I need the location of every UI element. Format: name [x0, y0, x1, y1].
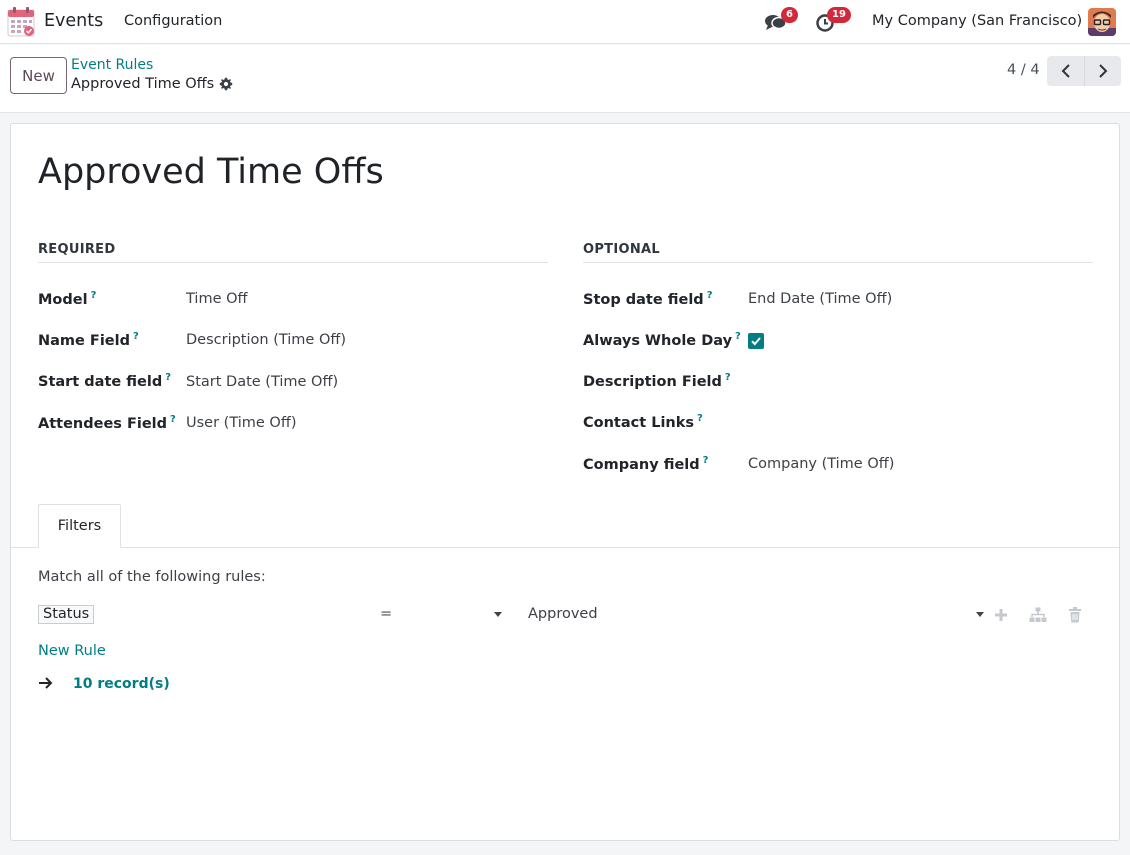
chevron-right-icon — [1099, 64, 1108, 78]
required-group-heading: REQUIRED — [38, 242, 548, 263]
activities-systray[interactable]: 19 — [815, 7, 851, 33]
rule-field-selector[interactable]: Status — [38, 605, 95, 624]
activities-badge: 19 — [827, 7, 851, 23]
domain-match-text: Match all of the following rules: — [38, 569, 266, 585]
field-label-always-whole-day: Always Whole Day? — [583, 331, 741, 349]
arrow-right-icon — [39, 677, 53, 689]
user-avatar[interactable] — [1088, 8, 1116, 36]
field-model[interactable]: Time Off — [186, 291, 248, 307]
field-label-stop-date: Stop date field? — [583, 290, 713, 308]
app-name[interactable]: Events — [44, 11, 103, 31]
pager-value[interactable]: 4 / 4 — [1007, 62, 1040, 78]
tab-filters[interactable]: Filters — [38, 504, 121, 548]
field-label-name-field: Name Field? — [38, 331, 139, 349]
control-panel: New Event Rules Approved Time Offs 4 / 4 — [0, 45, 1130, 113]
breadcrumb-current: Approved Time Offs — [71, 76, 233, 92]
add-branch-button[interactable] — [1029, 606, 1047, 624]
gear-icon[interactable] — [219, 77, 233, 91]
delete-rule-button[interactable] — [1066, 606, 1084, 624]
company-switcher[interactable]: My Company (San Francisco) — [872, 13, 1082, 29]
calendar-app-icon[interactable] — [7, 7, 35, 37]
pager-next-button[interactable] — [1084, 56, 1121, 86]
plus-icon — [995, 609, 1007, 621]
field-name-field[interactable]: Description (Time Off) — [186, 332, 346, 348]
trash-icon — [1069, 607, 1081, 623]
field-company[interactable]: Company (Time Off) — [748, 456, 894, 472]
rule-operator-select[interactable]: = — [380, 606, 392, 622]
pager-previous-button[interactable] — [1047, 56, 1084, 86]
value-caret-icon[interactable] — [976, 612, 984, 617]
always-whole-day-checkbox[interactable] — [748, 333, 764, 349]
field-label-contact-links: Contact Links? — [583, 413, 703, 431]
field-label-start-date: Start date field? — [38, 372, 172, 390]
field-label-model: Model? — [38, 290, 97, 308]
operator-caret-icon[interactable] — [494, 612, 502, 617]
top-navbar: Events Configuration 6 19 My Company (Sa… — [0, 0, 1130, 44]
rule-value-select[interactable]: Approved — [528, 606, 598, 622]
form-sheet: Approved Time Offs REQUIRED OPTIONAL Mod… — [10, 123, 1120, 841]
field-label-attendees: Attendees Field? — [38, 414, 176, 432]
sitemap-icon — [1029, 607, 1047, 622]
menu-configuration[interactable]: Configuration — [124, 13, 222, 29]
records-count-link[interactable]: 10 record(s) — [73, 676, 170, 692]
record-title[interactable]: Approved Time Offs — [38, 152, 384, 192]
notebook-tabs-divider — [11, 547, 1119, 548]
add-rule-button[interactable] — [992, 606, 1010, 624]
field-attendees[interactable]: User (Time Off) — [186, 415, 296, 431]
field-stop-date[interactable]: End Date (Time Off) — [748, 291, 892, 307]
field-start-date[interactable]: Start Date (Time Off) — [186, 374, 338, 390]
messages-badge: 6 — [781, 7, 798, 23]
breadcrumb-current-label: Approved Time Offs — [71, 76, 215, 92]
breadcrumb-event-rules[interactable]: Event Rules — [71, 57, 153, 73]
field-label-description: Description Field? — [583, 372, 731, 390]
messages-systray[interactable]: 6 — [764, 7, 798, 33]
optional-group-heading: OPTIONAL — [583, 242, 1093, 263]
new-rule-link[interactable]: New Rule — [38, 643, 106, 659]
chevron-left-icon — [1061, 64, 1070, 78]
field-label-company: Company field? — [583, 455, 709, 473]
new-button[interactable]: New — [10, 57, 67, 94]
checkmark-icon — [751, 337, 761, 346]
